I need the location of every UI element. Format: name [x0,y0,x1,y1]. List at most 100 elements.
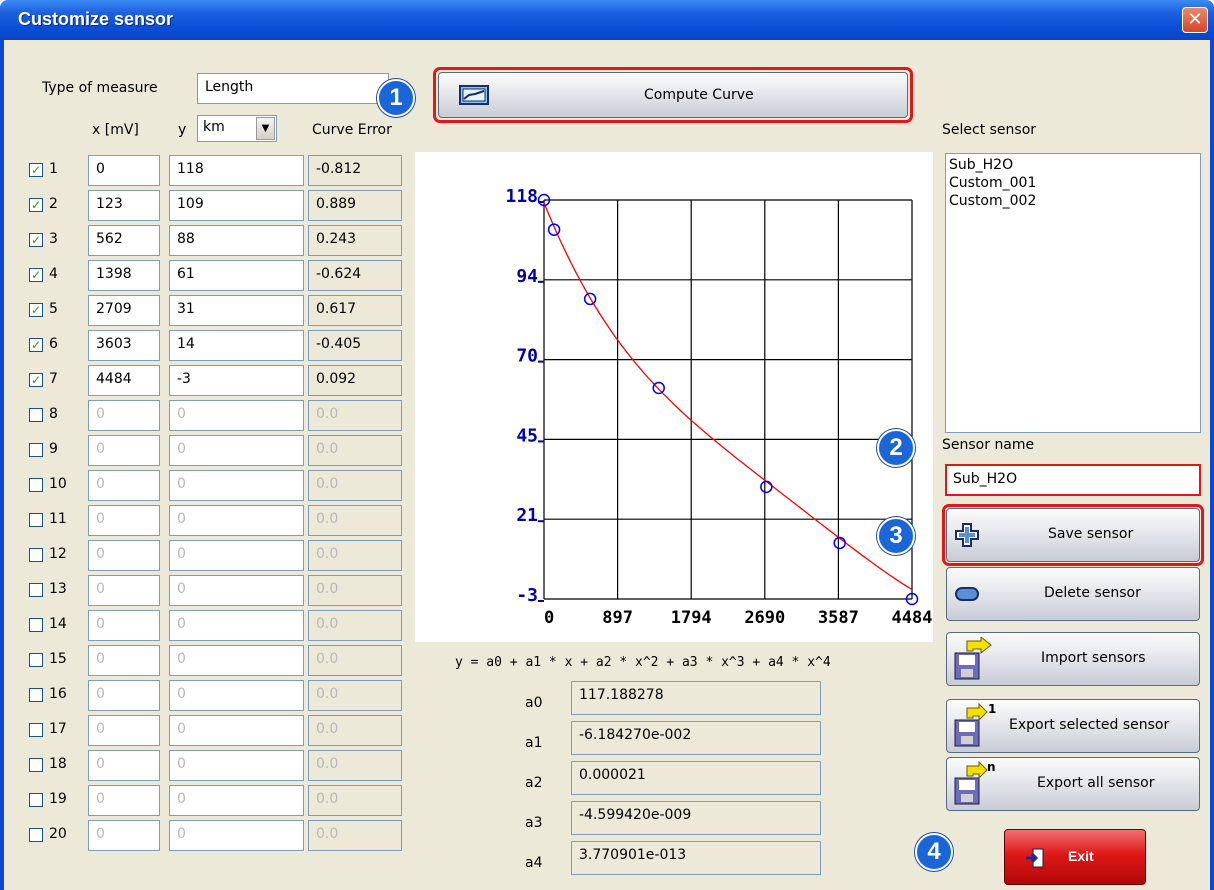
y-value-input[interactable]: 0 [169,785,304,816]
row-checkbox[interactable]: ✓ [29,198,43,212]
save-sensor-button[interactable]: Save sensor [946,508,1200,562]
row-checkbox[interactable] [29,828,43,842]
x-value-input[interactable]: 0 [88,505,160,536]
x-value-input[interactable]: 0 [88,820,160,851]
row-checkbox[interactable] [29,583,43,597]
y-value-input[interactable]: 0 [169,645,304,676]
row-checkbox[interactable] [29,548,43,562]
x-value-input[interactable]: 0 [88,610,160,641]
y-value-input[interactable]: 0 [169,400,304,431]
y-value-input[interactable]: 0 [169,610,304,641]
y-value-input[interactable]: 14 [169,330,304,361]
import-sensors-button[interactable]: Import sensors [946,632,1200,686]
x-value-input[interactable]: 0 [88,540,160,571]
x-value-input[interactable]: 0 [88,470,160,501]
y-value-input[interactable]: 0 [169,540,304,571]
x-value-input[interactable]: 0 [88,155,160,186]
row-checkbox[interactable] [29,513,43,527]
delete-sensor-label: Delete sensor [1044,585,1141,601]
x-value-input[interactable]: 123 [88,190,160,221]
row-checkbox[interactable] [29,653,43,667]
x-value-input[interactable]: 2709 [88,295,160,326]
sensor-list-item[interactable]: Custom_002 [946,192,1200,210]
y-value-input[interactable]: 0 [169,820,304,851]
y-value-input[interactable]: 0 [169,575,304,606]
curve-error-value: -0.405 [308,330,402,361]
row-checkbox[interactable]: ✓ [29,233,43,247]
y-tick-label: 94 [516,266,538,287]
close-icon: ✕ [1187,9,1203,30]
curve-error-value: 0.0 [308,575,402,606]
coefficient-value: -6.184270e-002 [571,721,821,755]
coefficient-label: a4 [525,855,543,871]
row-checkbox[interactable] [29,408,43,422]
x-value-input[interactable]: 0 [88,400,160,431]
y-value-input[interactable]: 31 [169,295,304,326]
svg-text:1: 1 [988,702,996,716]
type-of-measure-label: Type of measure [42,80,158,96]
x-value-input[interactable]: 1398 [88,260,160,291]
curve-error-value: 0.617 [308,295,402,326]
coefficient-label: a1 [525,735,543,751]
exit-button[interactable]: Exit [1004,829,1146,885]
row-checkbox[interactable] [29,478,43,492]
save-sensor-label: Save sensor [1048,526,1134,542]
row-checkbox[interactable]: ✓ [29,268,43,282]
sensor-list-item[interactable]: Custom_001 [946,174,1200,192]
sensor-list[interactable]: Sub_H2O Custom_001 Custom_002 [945,153,1201,433]
x-value-input[interactable]: 0 [88,645,160,676]
row-checkbox[interactable]: ✓ [29,338,43,352]
row-checkbox[interactable] [29,723,43,737]
y-unit-select[interactable]: km ▼ [197,115,277,142]
x-value-input[interactable]: 0 [88,575,160,606]
y-tick-label: -3 [516,585,538,606]
y-value-input[interactable]: 0 [169,435,304,466]
export-selected-sensor-button[interactable]: 1 Export selected sensor [946,699,1200,753]
close-button[interactable]: ✕ [1182,7,1208,33]
x-value-input[interactable]: 0 [88,785,160,816]
row-checkbox[interactable] [29,618,43,632]
y-value-input[interactable]: -3 [169,365,304,396]
x-value-input[interactable]: 0 [88,715,160,746]
y-value-input[interactable]: 109 [169,190,304,221]
row-number: 19 [49,791,67,807]
compute-curve-button[interactable]: Compute Curve [438,72,908,118]
chart-area: 118 94 70 45 21 -3 0 897 1794 2690 3587 4484 [415,152,933,642]
curve-error-value: 0.0 [308,400,402,431]
y-value-input[interactable]: 0 [169,750,304,781]
sensor-name-input[interactable]: Sub_H2O [945,464,1201,496]
row-checkbox[interactable] [29,793,43,807]
title-bar[interactable]: Customize sensor ✕ [0,0,1214,40]
row-checkbox[interactable]: ✓ [29,373,43,387]
y-value-input[interactable]: 0 [169,680,304,711]
y-value-input[interactable]: 0 [169,505,304,536]
x-value-input[interactable]: 0 [88,680,160,711]
row-checkbox[interactable]: ✓ [29,303,43,317]
y-value-input[interactable]: 88 [169,225,304,256]
row-number: 1 [49,161,58,177]
y-value-input[interactable]: 61 [169,260,304,291]
y-value-input[interactable]: 0 [169,470,304,501]
row-number: 11 [49,511,67,527]
sensor-list-item[interactable]: Sub_H2O [946,156,1200,174]
y-tick-label: 21 [516,505,538,526]
step-badge-2: 2 [877,429,915,467]
x-tick-label: 1794 [671,608,712,628]
x-tick-label: 2690 [744,608,785,628]
export-all-sensor-button[interactable]: n Export all sensor [946,757,1200,811]
y-value-input[interactable]: 0 [169,715,304,746]
chevron-down-icon[interactable]: ▼ [256,117,275,140]
curve-error-value: -0.812 [308,155,402,186]
row-checkbox[interactable] [29,443,43,457]
x-value-input[interactable]: 0 [88,435,160,466]
row-checkbox[interactable]: ✓ [29,163,43,177]
x-value-input[interactable]: 0 [88,750,160,781]
x-value-input[interactable]: 3603 [88,330,160,361]
type-of-measure-input[interactable]: Length [197,73,389,104]
y-value-input[interactable]: 118 [169,155,304,186]
x-value-input[interactable]: 4484 [88,365,160,396]
row-checkbox[interactable] [29,688,43,702]
x-value-input[interactable]: 562 [88,225,160,256]
row-checkbox[interactable] [29,758,43,772]
delete-sensor-button[interactable]: Delete sensor [946,567,1200,621]
